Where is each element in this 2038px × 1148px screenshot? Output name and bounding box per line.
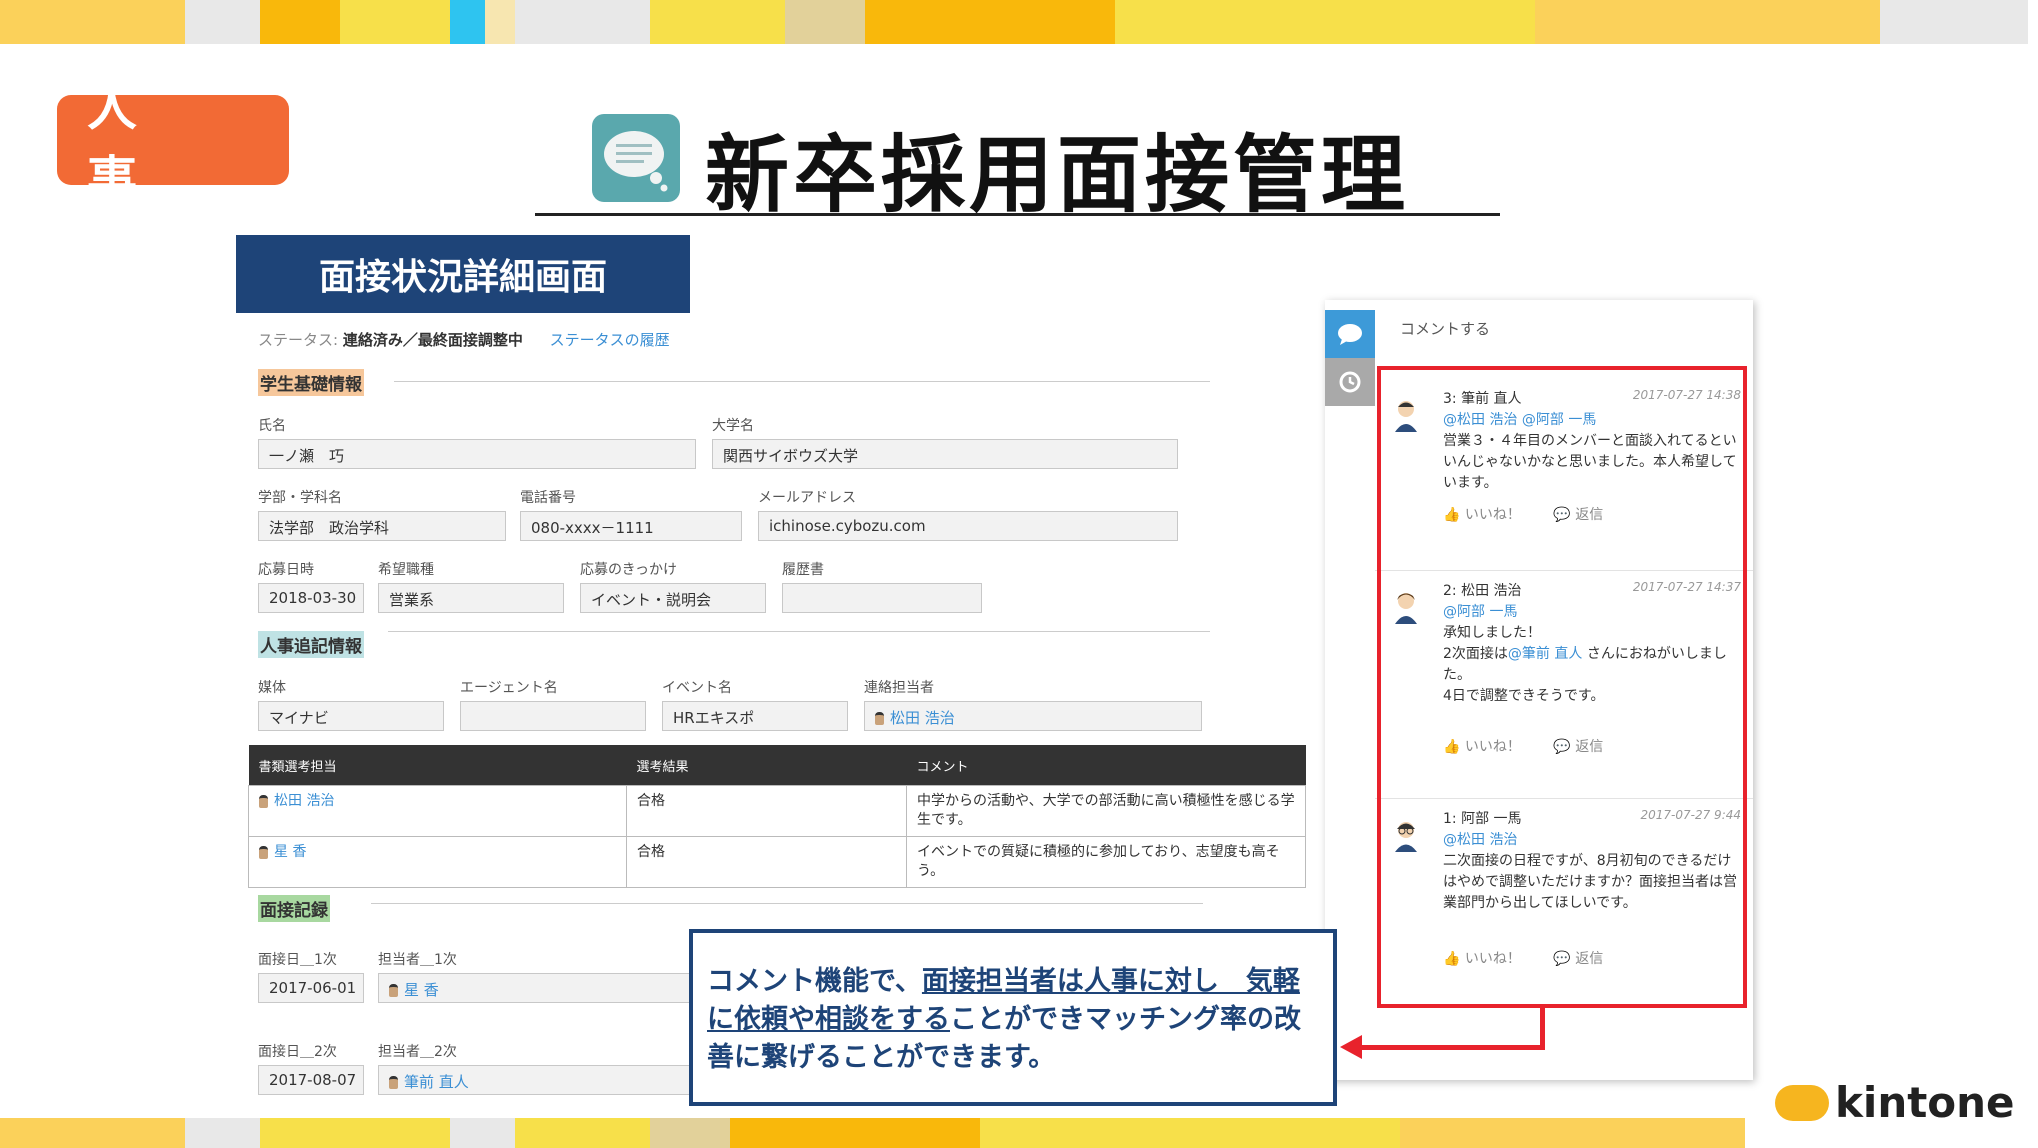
callout-text: コメント機能で、 bbox=[707, 966, 922, 997]
kintone-logo: kintone bbox=[1775, 1078, 2015, 1127]
section-hr-info: 人事追記情報 bbox=[258, 631, 364, 658]
screen-label: 面接状況詳細画面 bbox=[236, 235, 690, 313]
table-header: 選考結果 bbox=[626, 745, 907, 786]
phone-label: 電話番号 bbox=[520, 490, 576, 506]
resume-field[interactable] bbox=[782, 583, 982, 613]
page-title: 新卒採用面接管理 bbox=[705, 126, 1410, 224]
screener-user-link[interactable]: 松田 浩治 bbox=[274, 793, 334, 809]
history-clock-icon bbox=[1339, 371, 1361, 393]
interview-date1-label: 面接日＿1次 bbox=[258, 952, 337, 968]
user-avatar-icon bbox=[389, 1076, 398, 1089]
name-field[interactable]: 一ノ瀬 巧 bbox=[258, 439, 696, 469]
screening-comment: イベントでの質疑に積極的に参加しており、志望度も高そう。 bbox=[906, 836, 1306, 888]
event-label: イベント名 bbox=[662, 680, 732, 696]
section-divider bbox=[371, 903, 1203, 904]
status-value: 連絡済み／最終面接調整中 bbox=[342, 331, 523, 349]
table-row: 松田 浩治 合格 中学からの活動や、大学での部活動に高い積極性を感じる学生です。 bbox=[248, 785, 1306, 837]
faculty-field[interactable]: 法学部 政治学科 bbox=[258, 511, 506, 541]
contact-label: 連絡担当者 bbox=[864, 680, 934, 696]
user-avatar-icon bbox=[389, 984, 398, 997]
table-row: 星 香 合格 イベントでの質疑に積極的に参加しており、志望度も高そう。 bbox=[248, 836, 1306, 888]
arrow-left-icon bbox=[1340, 1035, 1362, 1059]
faculty-label: 学部・学科名 bbox=[258, 490, 342, 506]
media-field[interactable]: マイナビ bbox=[258, 701, 444, 731]
interview-date2-field[interactable]: 2017-08-07 bbox=[258, 1065, 364, 1095]
section-divider bbox=[394, 381, 1210, 382]
screener-user-link[interactable]: 星 香 bbox=[274, 844, 306, 860]
screening-result: 合格 bbox=[626, 785, 907, 837]
interview-date2-label: 面接日＿2次 bbox=[258, 1044, 337, 1060]
media-label: 媒体 bbox=[258, 680, 286, 696]
contact-field[interactable]: 松田 浩治 bbox=[864, 701, 1202, 731]
contact-user-link[interactable]: 松田 浩治 bbox=[890, 709, 955, 727]
screening-table: 書類選考担当 選考結果 コメント 松田 浩治 合格 中学からの活動や、大学での部… bbox=[248, 745, 1306, 888]
table-header: 書類選考担当 bbox=[248, 745, 627, 786]
history-tab[interactable] bbox=[1325, 358, 1375, 406]
email-field[interactable]: ichinose.cybozu.com bbox=[758, 511, 1178, 541]
interviewer2-label: 担当者＿2次 bbox=[378, 1044, 457, 1060]
section-student-info: 学生基礎情報 bbox=[258, 369, 364, 396]
interviewer2-field[interactable]: 筆前 直人 bbox=[378, 1065, 698, 1095]
comments-highlight-frame bbox=[1377, 366, 1747, 1008]
connector-line bbox=[1540, 1008, 1545, 1050]
section-interview-record: 面接記録 bbox=[258, 895, 330, 922]
user-avatar-icon bbox=[875, 712, 884, 725]
bottom-color-stripe bbox=[0, 1118, 2038, 1148]
screening-result: 合格 bbox=[626, 836, 907, 888]
comment-tab[interactable] bbox=[1325, 310, 1375, 358]
university-label: 大学名 bbox=[712, 418, 754, 434]
university-field[interactable]: 関西サイボウズ大学 bbox=[712, 439, 1178, 469]
screening-comment: 中学からの活動や、大学での部活動に高い積極性を感じる学生です。 bbox=[906, 785, 1306, 837]
department-badge: 人 事 bbox=[57, 79, 289, 209]
job-type-label: 希望職種 bbox=[378, 562, 434, 578]
brand-wordmark: kintone bbox=[1835, 1078, 2015, 1127]
connector-line bbox=[1360, 1045, 1545, 1050]
interviewer1-label: 担当者＿1次 bbox=[378, 952, 457, 968]
resume-label: 履歴書 bbox=[782, 562, 824, 578]
status-history-link[interactable]: ステータスの履歴 bbox=[550, 331, 670, 349]
user-avatar-icon bbox=[259, 845, 268, 859]
section-divider bbox=[388, 631, 1210, 632]
trigger-field[interactable]: イベント・説明会 bbox=[580, 583, 766, 613]
name-label: 氏名 bbox=[258, 418, 286, 434]
status-prefix: ステータス: bbox=[258, 331, 339, 349]
speech-bubble-icon bbox=[1338, 324, 1362, 345]
feature-callout: コメント機能で、面接担当者は人事に対し 気軽に依頼や相談をすることができマッチン… bbox=[689, 929, 1337, 1106]
top-color-stripe bbox=[0, 0, 2038, 44]
event-field[interactable]: HRエキスポ bbox=[662, 701, 848, 731]
status-line: ステータス: 連絡済み／最終面接調整中 ステータスの履歴 bbox=[258, 329, 670, 350]
post-comment-link[interactable]: コメントする bbox=[1400, 318, 1490, 339]
interviewer1-field[interactable]: 星 香 bbox=[378, 973, 698, 1003]
apply-date-field[interactable]: 2018-03-30 bbox=[258, 583, 364, 613]
interviewer2-user-link[interactable]: 筆前 直人 bbox=[404, 1073, 469, 1091]
phone-field[interactable]: 080-xxxx－1111 bbox=[520, 511, 742, 541]
interviewer1-user-link[interactable]: 星 香 bbox=[404, 981, 439, 999]
job-type-field[interactable]: 営業系 bbox=[378, 583, 564, 613]
agent-label: エージェント名 bbox=[460, 680, 558, 696]
user-avatar-icon bbox=[259, 794, 268, 808]
table-header: コメント bbox=[906, 745, 1306, 786]
cloud-logo-icon bbox=[1775, 1084, 1829, 1121]
title-underline bbox=[535, 213, 1500, 216]
interview-date1-field[interactable]: 2017-06-01 bbox=[258, 973, 364, 1003]
email-label: メールアドレス bbox=[758, 490, 856, 506]
chat-bubble-icon bbox=[592, 114, 680, 202]
apply-date-label: 応募日時 bbox=[258, 562, 314, 578]
agent-field[interactable] bbox=[460, 701, 646, 731]
trigger-label: 応募のきっかけ bbox=[580, 562, 678, 578]
